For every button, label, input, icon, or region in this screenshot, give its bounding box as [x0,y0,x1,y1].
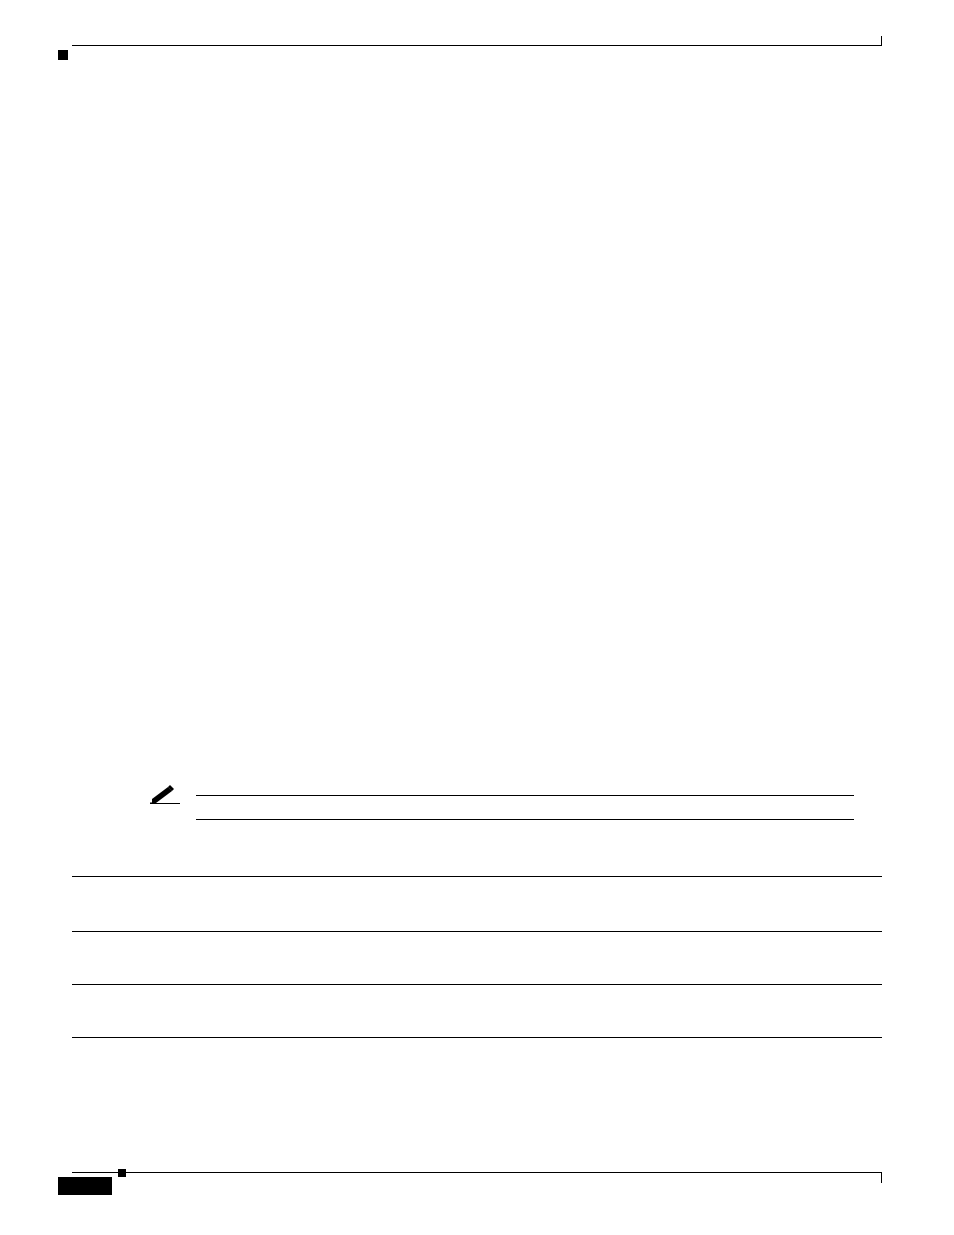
crop-mark-top-right [881,36,882,46]
table-header-col7 [537,901,595,932]
table-header-col9 [652,877,882,932]
page-number-block [58,1177,112,1195]
table-header-col3 [307,901,365,932]
crop-mark-top-left [58,50,68,60]
crop-mark-bottom-left [118,1169,126,1177]
note-icon-underline [150,803,180,804]
table-header-col4 [365,901,423,932]
table-header-group [192,877,652,902]
table-header-col8 [595,901,653,932]
note-rule-bottom [196,819,854,820]
table-header-col2 [250,901,308,932]
table-row [72,985,882,1038]
page-top-rule [72,45,882,46]
crop-mark-bottom-right [881,1173,882,1183]
table-header-col6 [480,901,538,932]
table-header-col0 [72,877,192,932]
table-header-col5 [422,901,480,932]
page-bottom-rule [72,1172,882,1173]
pencil-icon [150,785,176,803]
table-header-col1 [192,901,250,932]
note-rule-top [196,795,854,796]
table-row [72,932,882,985]
data-table [72,876,882,1038]
